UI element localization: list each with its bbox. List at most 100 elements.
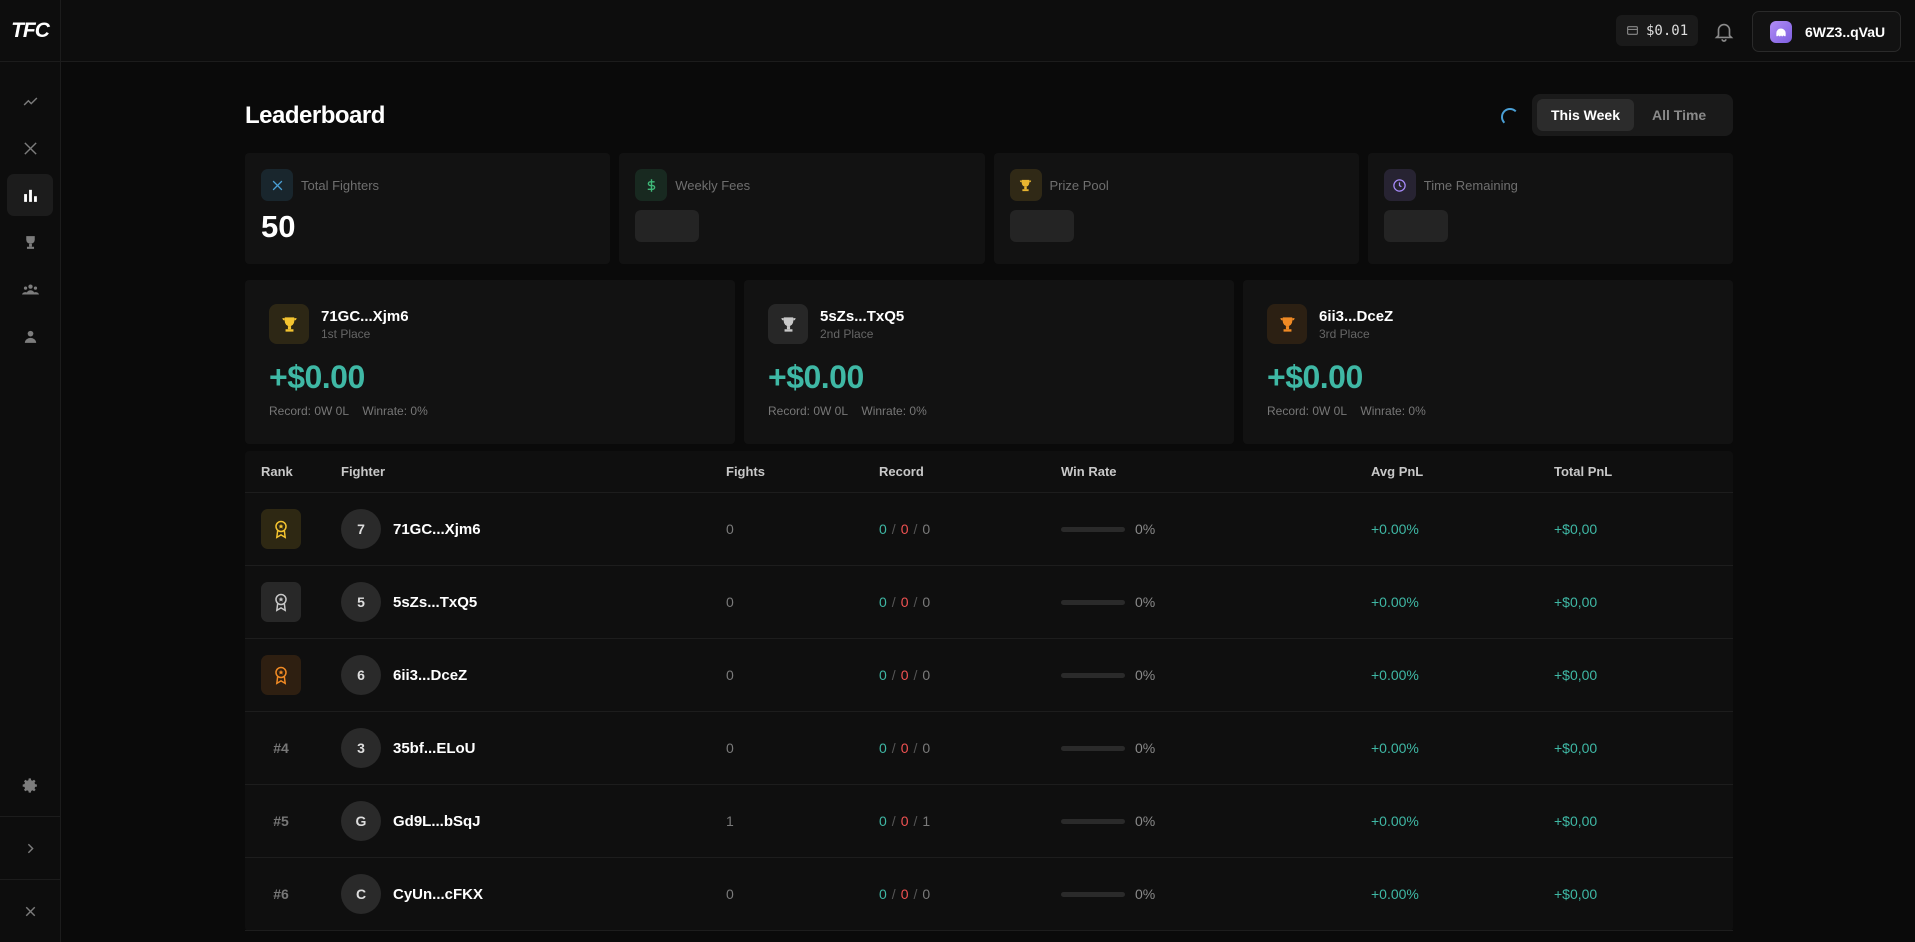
sidebar-item-leaderboard[interactable] <box>7 174 53 216</box>
fights-cell: 0 <box>726 667 734 683</box>
record-losses: 0 <box>900 813 909 829</box>
win-rate-bar <box>1061 745 1125 751</box>
record-cell: 0/0/0 <box>879 667 931 683</box>
stat-loading-placeholder <box>1009 210 1074 242</box>
tab-this-week[interactable]: This Week <box>1537 99 1634 131</box>
record-cell: 0/0/0 <box>879 521 931 537</box>
balance-value: $0.01 <box>1646 22 1689 39</box>
table-row[interactable]: #5 G Gd9L...bSqJ 1 0/0/1 0% +0.00% +$0,0… <box>245 785 1733 858</box>
rank-number: #6 <box>273 886 289 902</box>
settings-button[interactable] <box>8 764 54 806</box>
win-rate-bar <box>1061 526 1125 532</box>
avatar: 3 <box>341 728 381 768</box>
fighter-name: 6ii3...DceZ <box>393 666 468 684</box>
record-draws: 0 <box>922 740 931 756</box>
podium-card-2[interactable]: 5sZs...TxQ5 2nd Place +$0.00 Record: 0W … <box>744 280 1234 444</box>
balance-badge[interactable]: $0.01 <box>1616 15 1699 46</box>
bell-icon <box>1714 23 1734 42</box>
win-rate-cell: 0% <box>1061 712 1155 784</box>
header-record[interactable]: Record <box>879 451 924 492</box>
record-draws: 0 <box>922 594 931 610</box>
notifications-button[interactable] <box>1713 20 1735 42</box>
win-rate-cell: 0% <box>1061 493 1155 565</box>
table-row[interactable]: #4 3 35bf...ELoU 0 0/0/0 0% +0.00% +$0,0… <box>245 712 1733 785</box>
stat-label: Time Remaining <box>1423 178 1518 193</box>
win-rate-bar <box>1061 891 1125 897</box>
stat-card-prize-pool: Prize Pool <box>993 153 1359 264</box>
record-losses: 0 <box>900 740 909 756</box>
table-row[interactable]: #6 C CyUn...cFKX 0 0/0/0 0% +0.00% +$0,0… <box>245 858 1733 931</box>
fighter-cell[interactable]: C CyUn...cFKX <box>341 858 483 930</box>
app-logo[interactable]: TFC <box>0 0 60 62</box>
win-rate-bar <box>1061 599 1125 605</box>
win-rate-value: 0% <box>1135 594 1156 610</box>
podium-row: 71GC...Xjm6 1st Place +$0.00 Record: 0W … <box>245 280 1733 444</box>
stat-loading-placeholder <box>635 210 700 242</box>
swords-icon <box>23 141 37 155</box>
avg-pnl-cell: +0.00% <box>1371 886 1419 902</box>
sidebar-item-community[interactable] <box>7 268 53 310</box>
win-rate-value: 0% <box>1135 740 1156 756</box>
win-rate-value: 0% <box>1135 886 1156 902</box>
record-wins: 0 <box>879 667 887 683</box>
wallet-button[interactable]: 6WZ3..qVaU <box>1752 11 1901 52</box>
header-total-pnl[interactable]: Total PnL <box>1554 451 1612 492</box>
record-cell: 0/0/0 <box>879 886 931 902</box>
win-rate-cell: 0% <box>1061 858 1155 930</box>
dollar-icon <box>635 169 668 201</box>
sidebar-item-fights[interactable] <box>7 127 53 169</box>
podium-pnl: +$0.00 <box>768 359 864 395</box>
header-avg-pnl[interactable]: Avg PnL <box>1371 451 1423 492</box>
chevron-right-icon <box>27 843 34 853</box>
wallet-icon <box>1627 26 1638 35</box>
sidebar-item-trading[interactable] <box>7 80 53 122</box>
total-pnl-cell: +$0,00 <box>1554 521 1598 537</box>
rank-cell <box>261 493 301 565</box>
total-pnl-cell: +$0,00 <box>1554 667 1598 683</box>
fighter-cell[interactable]: G Gd9L...bSqJ <box>341 785 481 857</box>
fighter-name: 5sZs...TxQ5 <box>393 593 478 611</box>
sidebar-item-profile[interactable] <box>7 315 53 357</box>
record-cell: 0/0/0 <box>879 740 931 756</box>
podium-record-value: Record: 0W 0L <box>768 404 849 418</box>
rank-cell: #5 <box>261 785 301 857</box>
rank-cell: #6 <box>261 858 301 930</box>
header-fights[interactable]: Fights <box>726 451 765 492</box>
win-rate-cell: 0% <box>1061 785 1155 857</box>
header-win-rate[interactable]: Win Rate <box>1061 451 1117 492</box>
record-draws: 0 <box>922 667 931 683</box>
podium-record-value: Record: 0W 0L <box>269 404 350 418</box>
gear-icon <box>22 777 37 793</box>
total-pnl-cell: +$0,00 <box>1554 886 1598 902</box>
period-toggle: This Week All Time <box>1532 94 1733 136</box>
podium-card-1[interactable]: 71GC...Xjm6 1st Place +$0.00 Record: 0W … <box>245 280 735 444</box>
record-losses: 0 <box>900 521 909 537</box>
avatar: G <box>341 801 381 841</box>
close-sidebar-button[interactable] <box>8 890 54 932</box>
avatar: 7 <box>341 509 381 549</box>
win-rate-value: 0% <box>1135 813 1156 829</box>
fighter-cell[interactable]: 7 71GC...Xjm6 <box>341 493 481 565</box>
table-row[interactable]: 5 5sZs...TxQ5 0 0/0/0 0% +0.00% +$0,00 <box>245 566 1733 639</box>
table-row[interactable]: 7 71GC...Xjm6 0 0/0/0 0% +0.00% +$0,00 <box>245 493 1733 566</box>
header-fighter[interactable]: Fighter <box>341 451 385 492</box>
tab-all-time[interactable]: All Time <box>1638 99 1720 131</box>
header-rank[interactable]: Rank <box>261 451 293 492</box>
avg-pnl-cell: +0.00% <box>1371 521 1419 537</box>
podium-card-3[interactable]: 6ii3...DceZ 3rd Place +$0.00 Record: 0W … <box>1243 280 1733 444</box>
record-losses: 0 <box>900 594 909 610</box>
win-rate-bar <box>1061 818 1125 824</box>
fighter-cell[interactable]: 6 6ii3...DceZ <box>341 639 467 711</box>
rank-cell: #4 <box>261 712 301 784</box>
expand-sidebar-button[interactable] <box>8 827 54 869</box>
record-wins: 0 <box>879 813 887 829</box>
avg-pnl-cell: +0.00% <box>1371 813 1419 829</box>
fighter-cell[interactable]: 5 5sZs...TxQ5 <box>341 566 477 638</box>
wallet-address: 6WZ3..qVaU <box>1805 23 1886 40</box>
fighter-cell[interactable]: 3 35bf...ELoU <box>341 712 476 784</box>
avatar: 6 <box>341 655 381 695</box>
podium-record: Record: 0W 0L Winrate: 0% <box>1267 404 1426 418</box>
table-row[interactable]: 6 6ii3...DceZ 0 0/0/0 0% +0.00% +$0,00 <box>245 639 1733 712</box>
sidebar-item-tournaments[interactable] <box>7 221 53 263</box>
bar-chart-icon <box>23 189 37 202</box>
